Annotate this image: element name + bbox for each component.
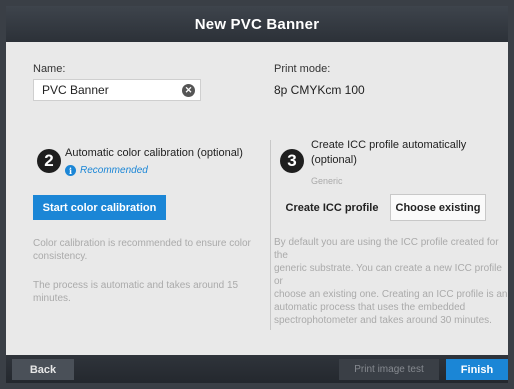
step-2-duration-line: minutes. (33, 293, 71, 304)
step-2-description-line: Color calibration is recommended to ensu… (33, 238, 251, 249)
step-3-badge: 3 (280, 149, 304, 173)
step-2-title: Automatic color calibration (optional) (65, 147, 243, 159)
step-3-description-line: By default you are using the ICC profile… (274, 237, 499, 261)
step-3-title-line: (optional) (311, 154, 357, 166)
step-3-description-line: spectrophotometer and takes around 30 mi… (274, 315, 492, 326)
print-image-test-button[interactable]: Print image test (339, 359, 439, 380)
step-3-description-line: generic substrate. You can create a new … (274, 263, 502, 287)
step-2-duration-note: The process is automatic and takes aroun… (33, 279, 238, 305)
choose-existing-button[interactable]: Choose existing (390, 194, 486, 221)
step-3-description-line: choose an existing one. Creating an ICC … (274, 289, 508, 300)
step-3-subtitle: Generic (311, 176, 343, 186)
name-label: Name: (33, 63, 66, 75)
step-3-title: Create ICC profile automatically (option… (311, 138, 466, 168)
dialog-window: New PVC Banner Name: PVC Banner ✕ Print … (0, 0, 514, 389)
step-3-title-line: Create ICC profile automatically (311, 139, 467, 151)
section-divider (270, 140, 271, 330)
name-input[interactable]: PVC Banner ✕ (33, 79, 201, 101)
window-title: New PVC Banner (194, 15, 320, 33)
footer-bar: Back Print image test Finish (6, 355, 508, 383)
step-3-description: By default you are using the ICC profile… (274, 236, 508, 327)
recommended-note: Recommended (80, 165, 148, 176)
back-button[interactable]: Back (12, 359, 74, 380)
step-2-description: Color calibration is recommended to ensu… (33, 237, 251, 263)
step-2-duration-line: The process is automatic and takes aroun… (33, 280, 239, 291)
info-icon: i (65, 165, 76, 176)
start-color-calibration-button[interactable]: Start color calibration (33, 195, 166, 220)
finish-button[interactable]: Finish (446, 359, 508, 380)
print-mode-value: 8p CMYKcm 100 (274, 83, 365, 97)
create-icc-profile-button[interactable]: Create ICC profile (284, 194, 380, 221)
name-input-value: PVC Banner (42, 83, 109, 97)
step-2-description-line: consistency. (33, 251, 88, 262)
print-mode-label: Print mode: (274, 63, 331, 75)
clear-name-icon[interactable]: ✕ (182, 84, 195, 97)
title-bar: New PVC Banner (6, 6, 508, 42)
dialog-content: Name: PVC Banner ✕ Print mode: 8p CMYKcm… (6, 42, 508, 355)
step-3-description-line: automatic process that uses the embedded (274, 302, 466, 313)
step-2-badge: 2 (37, 149, 61, 173)
